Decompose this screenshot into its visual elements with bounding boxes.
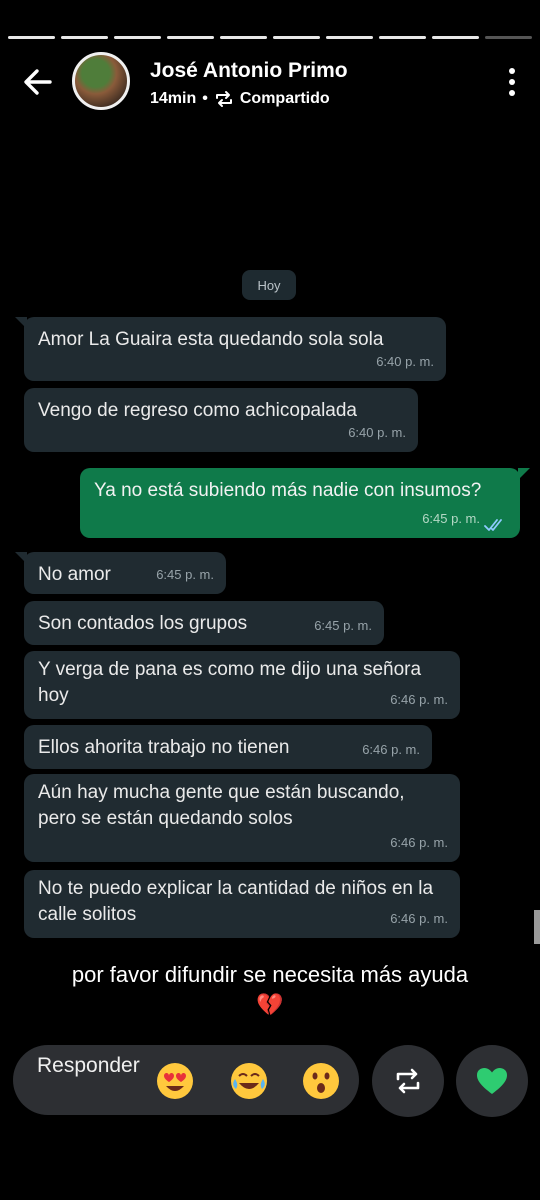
read-receipt-icon: [484, 519, 502, 531]
progress-segment-current: [485, 36, 532, 39]
share-story-button[interactable]: [372, 1045, 444, 1117]
repost-icon: [215, 91, 232, 107]
progress-segment: [8, 36, 55, 39]
message-text: Ya no está subiendo más nadie con insumo…: [94, 480, 482, 501]
chat-message-in: Ellos ahorita trabajo no tienen 6:46 p. …: [24, 725, 432, 769]
shared-label: Compartido: [239, 90, 330, 107]
chat-message-in: No te puedo explicar la cantidad de niño…: [24, 870, 460, 938]
like-button[interactable]: [456, 1045, 528, 1117]
chat-screenshot: Hoy Amor La Guaira esta quedando sola so…: [0, 255, 540, 945]
reply-bar: Responder: [13, 1045, 359, 1115]
laughing-emoji-button[interactable]: [229, 1061, 269, 1101]
message-time: 6:40 p. m.: [376, 354, 434, 369]
progress-segment: [379, 36, 426, 39]
message-text: Son contados los grupos: [38, 613, 248, 634]
avatar[interactable]: [72, 52, 130, 110]
message-text: Aún hay mucha gente que están buscando, …: [38, 782, 405, 829]
progress-segment: [61, 36, 108, 39]
message-time: 6:46 p. m.: [390, 911, 448, 926]
message-time: 6:45 p. m.: [422, 511, 480, 526]
message-text: Y verga de pana es como me dijo una seño…: [38, 659, 422, 706]
repost-icon: [396, 1068, 420, 1094]
message-time: 6:45 p. m.: [314, 618, 372, 633]
scroll-indicator: [534, 910, 540, 944]
chat-message-in: Y verga de pana es como me dijo una seño…: [24, 651, 460, 719]
more-options-icon[interactable]: [506, 66, 518, 98]
chat-message-in: Vengo de regreso como achicopalada 6:40 …: [24, 388, 418, 452]
message-time: 6:40 p. m.: [348, 425, 406, 440]
progress-segment: [114, 36, 161, 39]
bubble-tail: [15, 552, 27, 564]
message-text: No te puedo explicar la cantidad de niño…: [38, 878, 434, 925]
surprised-emoji-button[interactable]: [301, 1061, 341, 1101]
progress-segment: [167, 36, 214, 39]
story-caption: por favor difundir se necesita más ayuda…: [0, 960, 540, 1020]
chat-message-in: No amor 6:45 p. m.: [15, 552, 226, 594]
chat-message-out: Ya no está subiendo más nadie con insumo…: [80, 468, 530, 538]
back-arrow-icon[interactable]: [18, 62, 58, 102]
author-name[interactable]: José Antonio Primo: [150, 59, 348, 83]
message-time: 6:45 p. m.: [156, 567, 214, 582]
chat-message-in: Son contados los grupos 6:45 p. m.: [24, 601, 384, 645]
message-time: 6:46 p. m.: [390, 835, 448, 850]
progress-segment: [326, 36, 373, 39]
heart-eyes-emoji-button[interactable]: [155, 1061, 195, 1101]
broken-heart-emoji: 💔: [256, 992, 284, 1017]
message-time: 6:46 p. m.: [362, 742, 420, 757]
bubble-tail: [518, 468, 530, 480]
date-chip: Hoy: [242, 270, 296, 300]
message-time: 6:46 p. m.: [390, 692, 448, 707]
story-meta: 14min • Compartido: [150, 90, 330, 108]
bubble-tail: [15, 317, 27, 329]
message-text: No amor: [38, 564, 111, 585]
chat-message-in: Amor La Guaira esta quedando sola sola 6…: [15, 317, 446, 381]
meta-separator: •: [202, 90, 208, 107]
progress-segment: [273, 36, 320, 39]
story-header: José Antonio Primo 14min • Compartido: [0, 52, 540, 112]
caption-text: por favor difundir se necesita más ayuda: [71, 962, 469, 987]
message-text: Ellos ahorita trabajo no tienen: [38, 737, 290, 758]
time-ago: 14min: [150, 90, 197, 107]
progress-segment: [432, 36, 479, 39]
reply-input[interactable]: Responder: [37, 1049, 147, 1082]
progress-segment: [220, 36, 267, 39]
chat-message-in: Aún hay mucha gente que están buscando, …: [24, 774, 460, 862]
heart-icon: [477, 1068, 507, 1094]
story-progress-bar: [8, 36, 532, 39]
message-text: Amor La Guaira esta quedando sola sola: [38, 329, 384, 350]
message-text: Vengo de regreso como achicopalada: [38, 400, 358, 421]
